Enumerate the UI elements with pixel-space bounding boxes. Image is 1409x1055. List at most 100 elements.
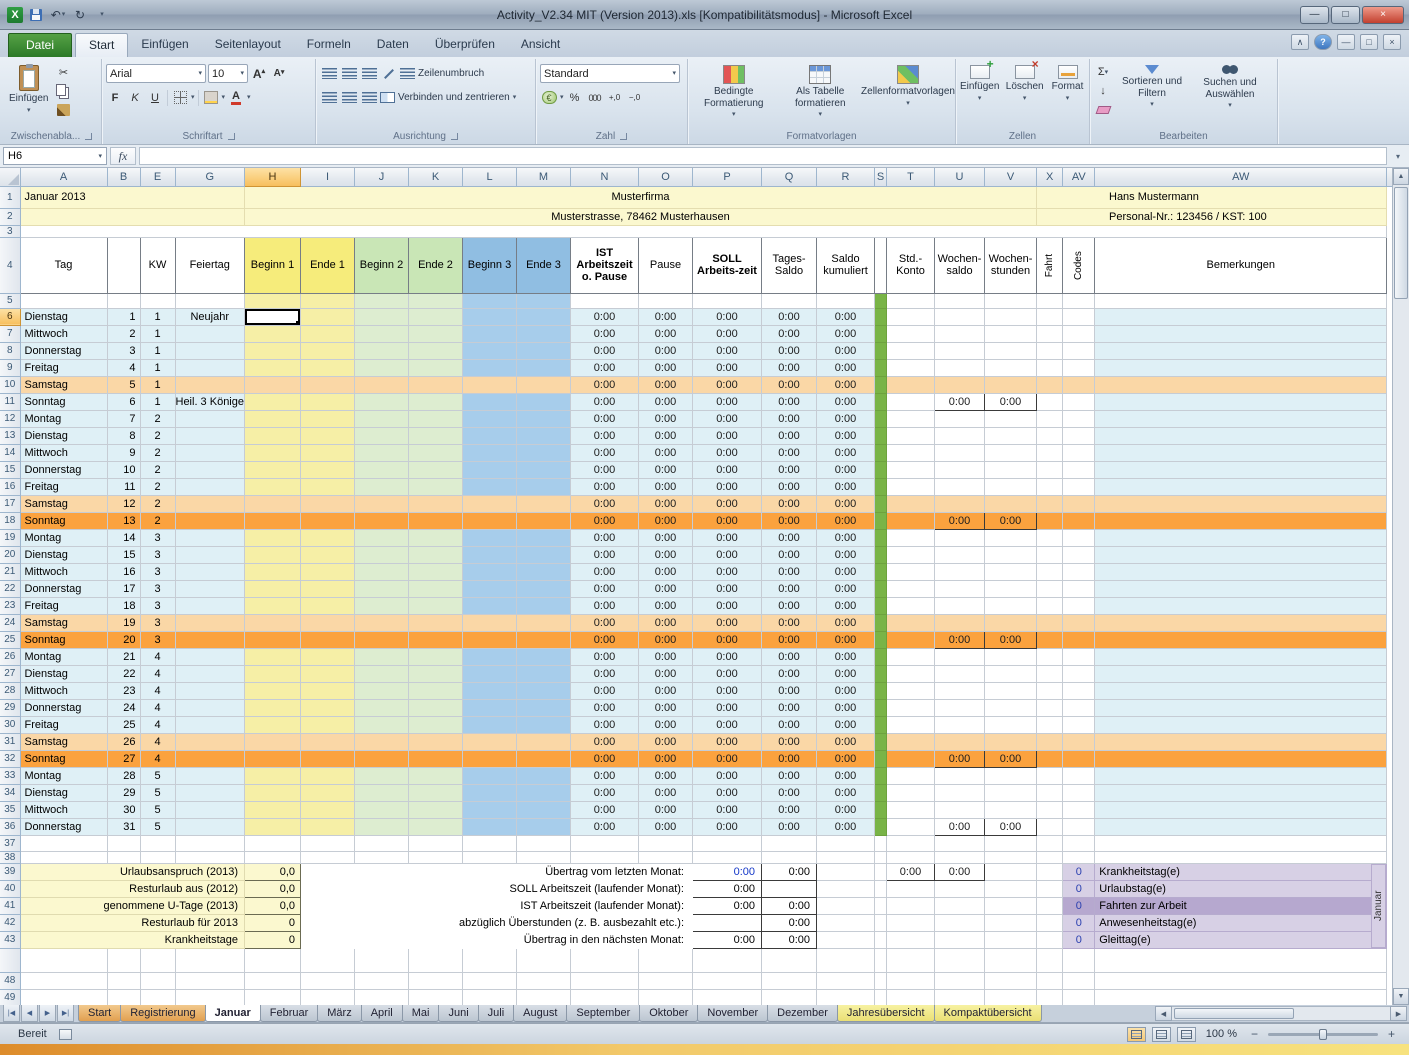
cell[interactable] <box>516 426 571 445</box>
table-header-R[interactable]: Saldo kumuliert <box>816 236 875 294</box>
qat-customize-button[interactable]: ▾ <box>93 6 111 24</box>
summary-left-label[interactable]: genommene U-Tage (2013) <box>19 896 245 915</box>
cell-day-number[interactable]: 19 <box>106 613 141 632</box>
cell-time-value[interactable]: 0:00 <box>761 630 817 649</box>
paste-dropdown-icon[interactable]: ▾ <box>27 107 31 114</box>
cell-day-number[interactable]: 23 <box>106 681 141 700</box>
cell-day-name[interactable]: Samstag <box>19 494 108 513</box>
cell-holiday[interactable] <box>174 358 245 377</box>
cell[interactable] <box>516 375 571 394</box>
row-header-43[interactable]: 43 <box>0 930 21 949</box>
cell[interactable] <box>516 850 571 864</box>
table-header-AW[interactable]: Bemerkungen <box>1094 236 1388 294</box>
next-sheet-button[interactable]: ▶ <box>39 1005 56 1022</box>
sheet-tab-April[interactable]: April <box>360 1005 403 1022</box>
cell[interactable] <box>300 749 355 768</box>
cell[interactable] <box>984 988 1037 1005</box>
cell-time-value[interactable]: 0:00 <box>692 392 762 411</box>
cell-week-total[interactable]: 0:00 <box>934 511 985 530</box>
cell[interactable] <box>1062 341 1096 360</box>
cell-week-marker[interactable] <box>874 460 887 479</box>
cell-week-marker[interactable] <box>874 409 887 428</box>
cell-holiday[interactable] <box>174 460 245 479</box>
cell[interactable] <box>462 375 517 394</box>
cell-kw[interactable]: 3 <box>139 528 176 547</box>
cell-time-value[interactable]: 0:00 <box>638 307 693 326</box>
cell[interactable] <box>934 460 985 479</box>
cell-time-value[interactable]: 0:00 <box>692 749 762 768</box>
cell-week-marker[interactable] <box>874 324 887 343</box>
cell-week-total[interactable]: 0:00 <box>984 511 1037 530</box>
cell-kw[interactable]: 4 <box>139 732 176 751</box>
cell-time-value[interactable]: 0:00 <box>692 783 762 802</box>
cell[interactable] <box>984 834 1037 852</box>
select-all-button[interactable] <box>0 168 21 187</box>
cell-bemerkung[interactable] <box>1094 681 1388 700</box>
cell-time-value[interactable]: 0:00 <box>638 732 693 751</box>
cell-time-value[interactable]: 0:00 <box>638 647 693 666</box>
cell[interactable] <box>984 947 1037 973</box>
cell-holiday[interactable] <box>174 443 245 462</box>
row-header-25[interactable]: 25 <box>0 630 21 649</box>
cell-time-value[interactable]: 0:00 <box>761 562 817 581</box>
cell[interactable] <box>984 647 1037 666</box>
cell-time-value[interactable]: 0:00 <box>816 613 875 632</box>
font-color-button[interactable]: A <box>227 89 245 107</box>
cell[interactable] <box>300 426 355 445</box>
cell[interactable] <box>300 392 355 411</box>
cell[interactable] <box>244 664 301 683</box>
cell[interactable] <box>408 613 463 632</box>
column-header-AV[interactable]: AV <box>1062 168 1096 187</box>
cell[interactable] <box>1035 971 1064 990</box>
summary-mid-value-1[interactable] <box>692 913 762 932</box>
employee-name-cell[interactable]: Hans Mustermann <box>1035 185 1388 209</box>
table-header-M[interactable]: Ende 3 <box>516 236 571 294</box>
cell[interactable] <box>816 971 875 990</box>
cell[interactable] <box>886 850 935 864</box>
cell-kw[interactable]: 2 <box>139 460 176 479</box>
cell[interactable] <box>934 545 985 564</box>
cell-time-value[interactable]: 0:00 <box>692 511 762 530</box>
cell[interactable] <box>354 783 409 802</box>
summary-mid-label[interactable]: SOLL Arbeitszeit (laufender Monat): <box>300 879 693 898</box>
file-tab[interactable]: Datei <box>8 33 73 57</box>
summary-left-value[interactable]: 0,0 <box>244 896 301 915</box>
cell-bemerkung[interactable] <box>1094 409 1388 428</box>
cell-bemerkung[interactable] <box>1094 817 1388 836</box>
cell[interactable] <box>408 562 463 581</box>
cell-kw[interactable]: 5 <box>139 817 176 836</box>
cell-day-number[interactable]: 24 <box>106 698 141 717</box>
cell[interactable] <box>354 545 409 564</box>
cell[interactable] <box>19 224 1388 238</box>
summary-right-label[interactable]: Gleittag(e) <box>1094 930 1388 949</box>
autosum-button[interactable]: Σ ▾ <box>1094 63 1112 81</box>
decrease-decimal-button[interactable]: −,0 <box>626 89 644 107</box>
row-header-23[interactable]: 23 <box>0 596 21 615</box>
vertical-scroll-track[interactable] <box>1393 185 1409 988</box>
cell[interactable] <box>300 358 355 377</box>
cell[interactable] <box>1062 749 1096 768</box>
cell[interactable] <box>1062 307 1096 326</box>
cell-time-value[interactable]: 0:00 <box>816 545 875 564</box>
cell-day-number[interactable]: 17 <box>106 579 141 598</box>
cell-time-value[interactable]: 0:00 <box>570 715 639 734</box>
row-header-36[interactable]: 36 <box>0 817 21 836</box>
cell[interactable] <box>516 732 571 751</box>
cell[interactable] <box>1035 664 1064 683</box>
cell[interactable] <box>244 988 301 1005</box>
cell[interactable] <box>570 971 639 990</box>
cell-week-marker[interactable] <box>874 647 887 666</box>
cell[interactable] <box>886 477 935 496</box>
cell-kw[interactable]: 2 <box>139 426 176 445</box>
vertical-scroll-thumb[interactable] <box>1394 187 1408 299</box>
cell-time-value[interactable]: 0:00 <box>761 647 817 666</box>
zoom-in-button[interactable]: + <box>1384 1027 1399 1042</box>
cell-holiday[interactable] <box>174 494 245 513</box>
cell[interactable] <box>1094 947 1388 973</box>
summary-mid-value-1[interactable]: 0:00 <box>692 930 762 949</box>
cell[interactable] <box>934 732 985 751</box>
cell[interactable] <box>408 545 463 564</box>
summary-left-label[interactable]: Krankheitstage <box>19 930 245 949</box>
cell-time-value[interactable]: 0:00 <box>638 460 693 479</box>
cell[interactable] <box>408 817 463 836</box>
